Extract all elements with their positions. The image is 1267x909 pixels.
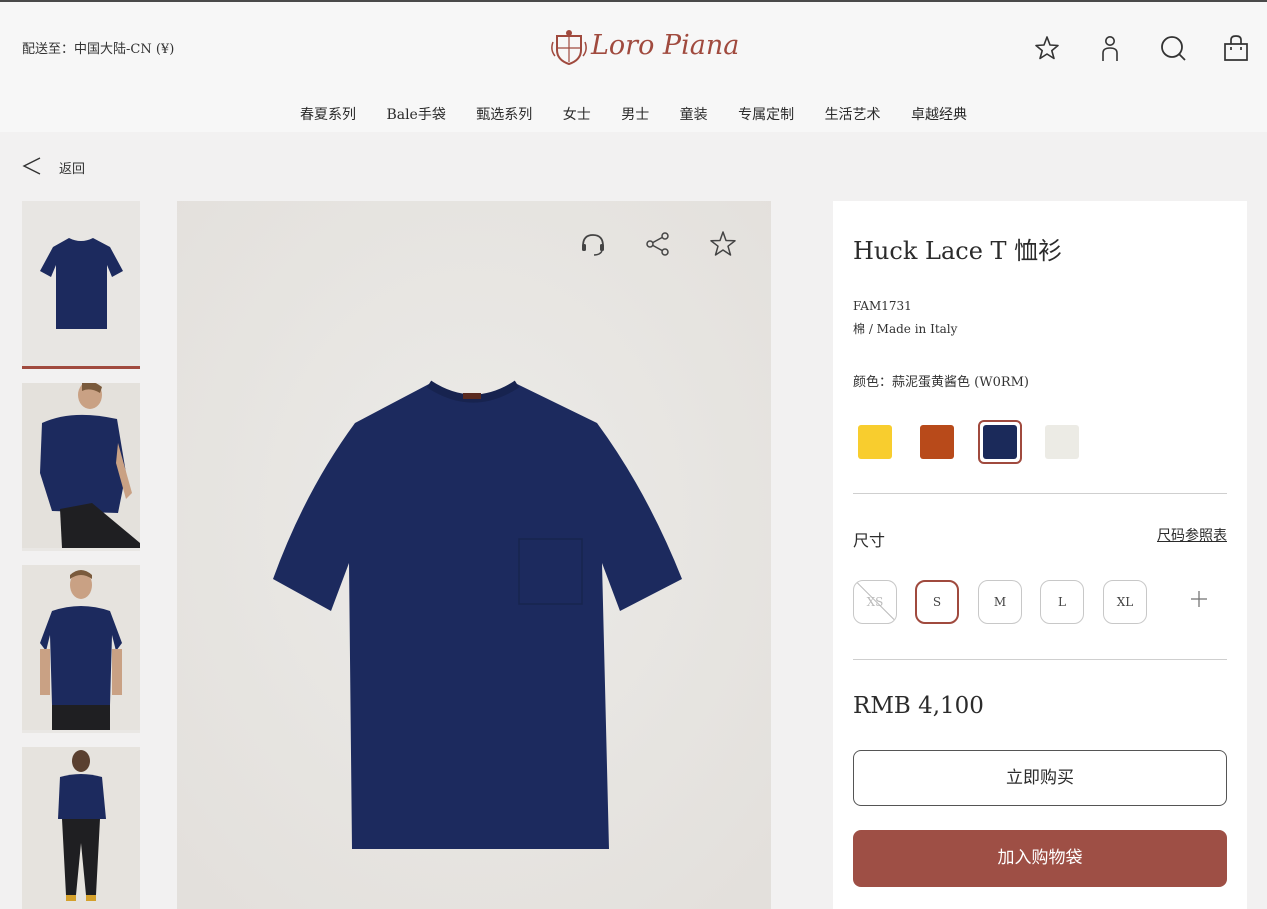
nav-item-classics[interactable]: 卓越经典 xyxy=(911,104,967,124)
nav-item-kids[interactable]: 童装 xyxy=(680,104,708,124)
divider xyxy=(853,659,1227,660)
size-option-xl[interactable]: XL xyxy=(1103,580,1147,624)
swatch-fill xyxy=(858,425,892,459)
nav-item-selected[interactable]: 甄选系列 xyxy=(476,104,532,124)
model-seated-image xyxy=(22,383,140,548)
size-option-l[interactable]: L xyxy=(1040,580,1084,624)
add-to-bag-button[interactable]: 加入购物袋 xyxy=(853,830,1227,887)
size-option-xs[interactable]: XS xyxy=(853,580,897,624)
share-icon[interactable] xyxy=(643,229,673,259)
product-info-panel: Huck Lace T 恤衫 FAM1731 棉 / Made in Italy… xyxy=(833,201,1247,909)
nav-item-men[interactable]: 男士 xyxy=(621,104,649,124)
tshirt-thumbnail-image xyxy=(22,201,140,366)
brand-logo[interactable]: Loro Piana xyxy=(549,28,739,70)
nav-item-bale-bags[interactable]: Bale手袋 xyxy=(386,104,445,124)
nav-item-bespoke[interactable]: 专属定制 xyxy=(738,104,794,124)
nav-item-spring-summer[interactable]: 春夏系列 xyxy=(300,104,356,124)
search-icon[interactable] xyxy=(1158,33,1188,63)
size-option-m[interactable]: M xyxy=(978,580,1022,624)
nav-item-interiors[interactable]: 生活艺术 xyxy=(825,104,881,124)
color-swatch-yellow[interactable] xyxy=(853,420,897,464)
chevron-left-icon xyxy=(22,157,41,175)
crest-icon xyxy=(551,30,587,66)
size-label: 尺寸 xyxy=(853,531,886,550)
main-nav: 春夏系列 Bale手袋 甄选系列 女士 男士 童装 专属定制 生活艺术 卓越经典 xyxy=(0,104,1267,124)
product-sku: FAM1731 xyxy=(853,299,912,313)
tshirt-image xyxy=(177,201,771,909)
customer-service-icon[interactable] xyxy=(578,229,608,259)
swatch-fill xyxy=(1045,425,1079,459)
size-option-s[interactable]: S xyxy=(915,580,959,624)
nav-item-women[interactable]: 女士 xyxy=(563,104,591,124)
wishlist-star-icon[interactable] xyxy=(708,229,738,259)
buy-now-button[interactable]: 立即购买 xyxy=(853,750,1227,806)
brand-wordmark: Loro Piana xyxy=(591,30,740,61)
selected-color-label: 颜色：蒜泥蛋黄酱色 (W0RM) xyxy=(853,375,1030,390)
site-header: 配送至：中国大陆-CN (¥) Loro Piana 春夏系列 Bale手袋 甄… xyxy=(0,2,1267,132)
color-swatch-navy[interactable] xyxy=(978,420,1022,464)
product-price: RMB 4,100 xyxy=(853,693,984,719)
product-material: 棉 / Made in Italy xyxy=(853,322,958,336)
model-front-image xyxy=(22,565,140,730)
user-icon[interactable] xyxy=(1095,33,1125,63)
swatch-fill xyxy=(920,425,954,459)
swatch-fill xyxy=(983,425,1017,459)
thumbnail-4[interactable] xyxy=(22,747,140,909)
product-title: Huck Lace T 恤衫 xyxy=(853,237,1063,265)
divider xyxy=(853,493,1227,494)
color-swatch-off-white[interactable] xyxy=(1040,420,1084,464)
thumbnail-2[interactable] xyxy=(22,383,140,551)
thumbnail-1[interactable] xyxy=(22,201,140,369)
back-label: 返回 xyxy=(59,162,86,177)
size-guide-link[interactable]: 尺码参照表 xyxy=(1157,525,1227,545)
color-swatch-rust[interactable] xyxy=(915,420,959,464)
thumbnail-3[interactable] xyxy=(22,565,140,733)
star-icon[interactable] xyxy=(1032,33,1062,63)
model-back-image xyxy=(22,747,140,909)
main-product-image[interactable] xyxy=(177,201,771,909)
bag-icon[interactable] xyxy=(1221,33,1251,63)
more-sizes-plus-icon[interactable] xyxy=(1187,587,1211,611)
ship-to-selector[interactable]: 配送至：中国大陆-CN (¥) xyxy=(22,38,174,57)
